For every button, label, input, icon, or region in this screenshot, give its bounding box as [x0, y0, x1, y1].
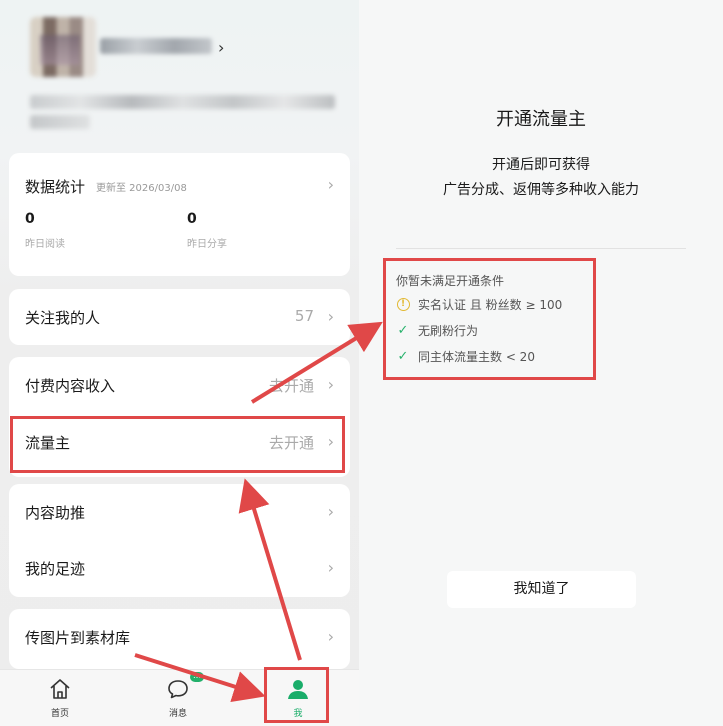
- chevron-right-icon: ›: [327, 502, 334, 521]
- upload-material-row[interactable]: 传图片到素材库 ›: [9, 609, 350, 669]
- tab-home-label: 首页: [50, 709, 69, 719]
- highlight-conditions: [383, 258, 596, 380]
- stat-share: 0 昨日分享: [187, 211, 227, 250]
- upload-material-label: 传图片到素材库: [25, 629, 131, 647]
- message-badge: …: [190, 672, 204, 682]
- content-boost-label: 内容助推: [25, 504, 86, 522]
- chat-bubble-icon: [168, 680, 188, 699]
- got-it-button[interactable]: 我知道了: [447, 571, 636, 608]
- blurred-bio-line2: [30, 115, 90, 129]
- home-icon: [50, 679, 70, 699]
- blurred-username[interactable]: [100, 38, 212, 54]
- stat-value: 0: [25, 211, 35, 227]
- followers-label: 关注我的人: [25, 309, 101, 327]
- dialog-description-line1: 开通后即可获得: [492, 157, 590, 173]
- stat-value: 0: [187, 211, 197, 227]
- tab-home[interactable]: 首页: [30, 678, 90, 719]
- blurred-bio: [30, 95, 335, 109]
- avatar[interactable]: [30, 17, 96, 77]
- chevron-right-icon: ›: [327, 627, 334, 646]
- profile-chevron-icon[interactable]: ›: [218, 38, 224, 57]
- stats-card[interactable]: 数据统计 更新至 2026/03/08 › 0 昨日阅读 0 昨日分享: [9, 153, 350, 276]
- stat-label: 昨日阅读: [25, 239, 65, 250]
- chevron-right-icon: ›: [327, 175, 334, 194]
- chevron-right-icon: ›: [327, 558, 334, 577]
- divider: [396, 248, 686, 249]
- profile-page: › 数据统计 更新至 2026/03/08 › 0 昨日阅读 0 昨日分享 关注…: [0, 0, 359, 726]
- paid-content-status: 去开通: [268, 377, 314, 395]
- chevron-right-icon: ›: [327, 307, 334, 326]
- tab-messages-label: 消息: [168, 709, 187, 719]
- tools-card: 内容助推 › 我的足迹 ›: [9, 484, 350, 597]
- stats-updated: 更新至 2026/03/08: [96, 183, 187, 194]
- highlight-me-tab: [264, 667, 329, 723]
- footprint-label: 我的足迹: [25, 560, 86, 578]
- stat-label: 昨日分享: [187, 239, 227, 250]
- dialog-description-line2: 广告分成、返佣等多种收入能力: [443, 182, 639, 198]
- stat-read: 0 昨日阅读: [25, 211, 65, 250]
- paid-content-label: 付费内容收入: [25, 377, 116, 395]
- tab-messages[interactable]: 消息: [148, 678, 208, 719]
- stats-title: 数据统计: [25, 178, 86, 196]
- highlight-traffic-owner: [10, 416, 345, 473]
- dialog-title: 开通流量主: [496, 109, 586, 130]
- followers-row[interactable]: 关注我的人 57 ›: [9, 289, 350, 345]
- followers-count: 57: [294, 307, 314, 325]
- chevron-right-icon: ›: [327, 375, 334, 394]
